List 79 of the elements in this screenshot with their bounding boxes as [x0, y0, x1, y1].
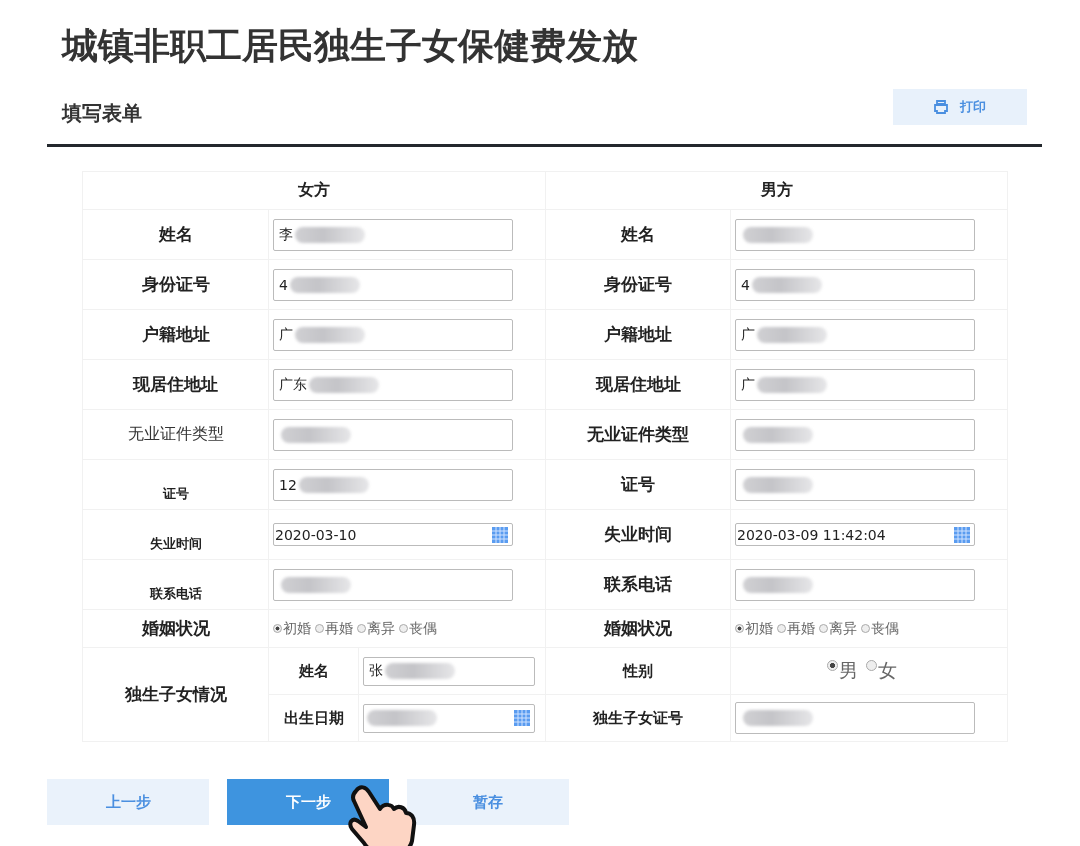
radio-icon[interactable]	[273, 624, 282, 633]
input-field[interactable]: 12	[273, 468, 513, 501]
calendar-icon[interactable]	[492, 526, 508, 543]
field-label: 独生子女情况	[124, 684, 227, 704]
radio-icon[interactable]	[357, 624, 366, 633]
radio-icon[interactable]	[861, 624, 870, 633]
input-field[interactable]	[273, 418, 513, 451]
radio-icon[interactable]	[827, 660, 838, 671]
input-field[interactable]: 4	[735, 268, 975, 301]
field-label: 性别	[623, 662, 653, 680]
input-field[interactable]: 广东	[273, 368, 513, 401]
input-field[interactable]: 广	[735, 318, 975, 351]
radio-icon[interactable]	[777, 624, 786, 633]
calendar-icon[interactable]	[514, 710, 530, 726]
column-heading: 男方	[760, 180, 793, 199]
option-label: 再婚	[787, 619, 815, 638]
field-label: 户籍地址	[141, 324, 210, 344]
radio-option[interactable]: 离异	[357, 619, 395, 638]
radio-icon[interactable]	[819, 624, 828, 633]
radio-icon[interactable]	[866, 660, 877, 671]
radio-option[interactable]: 初婚	[735, 619, 773, 638]
column-heading: 女方	[298, 180, 330, 199]
input-field[interactable]	[735, 468, 975, 501]
input-field[interactable]: 广	[735, 368, 975, 401]
radio-option[interactable]: 丧偶	[399, 619, 437, 638]
input-field[interactable]	[735, 418, 975, 451]
input-field[interactable]	[273, 568, 513, 601]
hand-pointer-icon	[348, 783, 418, 846]
field-label: 出生日期	[283, 709, 344, 727]
option-label: 初婚	[283, 619, 311, 638]
input-field[interactable]	[735, 702, 975, 734]
option-label: 女	[878, 658, 897, 683]
option-label: 离异	[367, 619, 395, 638]
radio-option[interactable]: 离异	[819, 619, 857, 638]
field-label: 无业证件类型	[127, 424, 224, 443]
radio-icon[interactable]	[735, 624, 744, 633]
field-label: 联系电话	[604, 574, 672, 594]
field-label: 失业时间	[604, 524, 672, 544]
field-label: 身份证号	[604, 274, 672, 294]
field-label: 姓名	[298, 662, 329, 680]
date-field[interactable]	[363, 703, 535, 733]
field-label: 婚姻状况	[604, 618, 672, 638]
option-label: 再婚	[325, 619, 353, 638]
radio-option[interactable]: 丧偶	[861, 619, 899, 638]
date-field[interactable]: 2020-03-10	[273, 523, 513, 546]
radio-option[interactable]: 再婚	[777, 619, 815, 638]
field-label: 姓名	[621, 224, 655, 244]
calendar-icon[interactable]	[954, 526, 970, 543]
radio-icon[interactable]	[399, 624, 408, 633]
option-label: 初婚	[745, 619, 773, 638]
printer-icon	[934, 99, 948, 114]
input-field[interactable]: 广	[273, 318, 513, 351]
input-field[interactable]: 4	[273, 268, 513, 301]
section-title: 填写表单	[62, 100, 142, 127]
field-label: 现居住地址	[595, 374, 681, 394]
input-field[interactable]: 李	[273, 218, 513, 251]
radio-icon[interactable]	[315, 624, 324, 633]
radio-option[interactable]: 再婚	[315, 619, 353, 638]
field-label: 证号	[621, 474, 655, 494]
page-title: 城镇非职工居民独生子女保健费发放	[60, 24, 639, 68]
radio-option[interactable]: 初婚	[273, 619, 311, 638]
option-label: 离异	[829, 619, 857, 638]
field-label: 无业证件类型	[587, 424, 689, 444]
input-field[interactable]	[735, 218, 975, 251]
option-label: 丧偶	[409, 619, 437, 638]
field-label: 户籍地址	[604, 324, 672, 344]
option-label: 丧偶	[871, 619, 899, 638]
field-label: 现居住地址	[133, 374, 218, 394]
date-field[interactable]: 2020-03-09 11:42:04	[735, 523, 975, 546]
field-label: 失业时间	[149, 535, 202, 551]
option-label: 男	[839, 658, 858, 683]
field-label: 证号	[162, 485, 189, 501]
field-label: 婚姻状况	[141, 618, 210, 638]
field-label: 身份证号	[141, 274, 210, 294]
input-field[interactable]: 张	[363, 656, 535, 686]
field-label: 独生子女证号	[593, 709, 683, 727]
field-label: 联系电话	[149, 585, 202, 601]
field-label: 姓名	[158, 224, 193, 244]
input-field[interactable]	[735, 568, 975, 601]
